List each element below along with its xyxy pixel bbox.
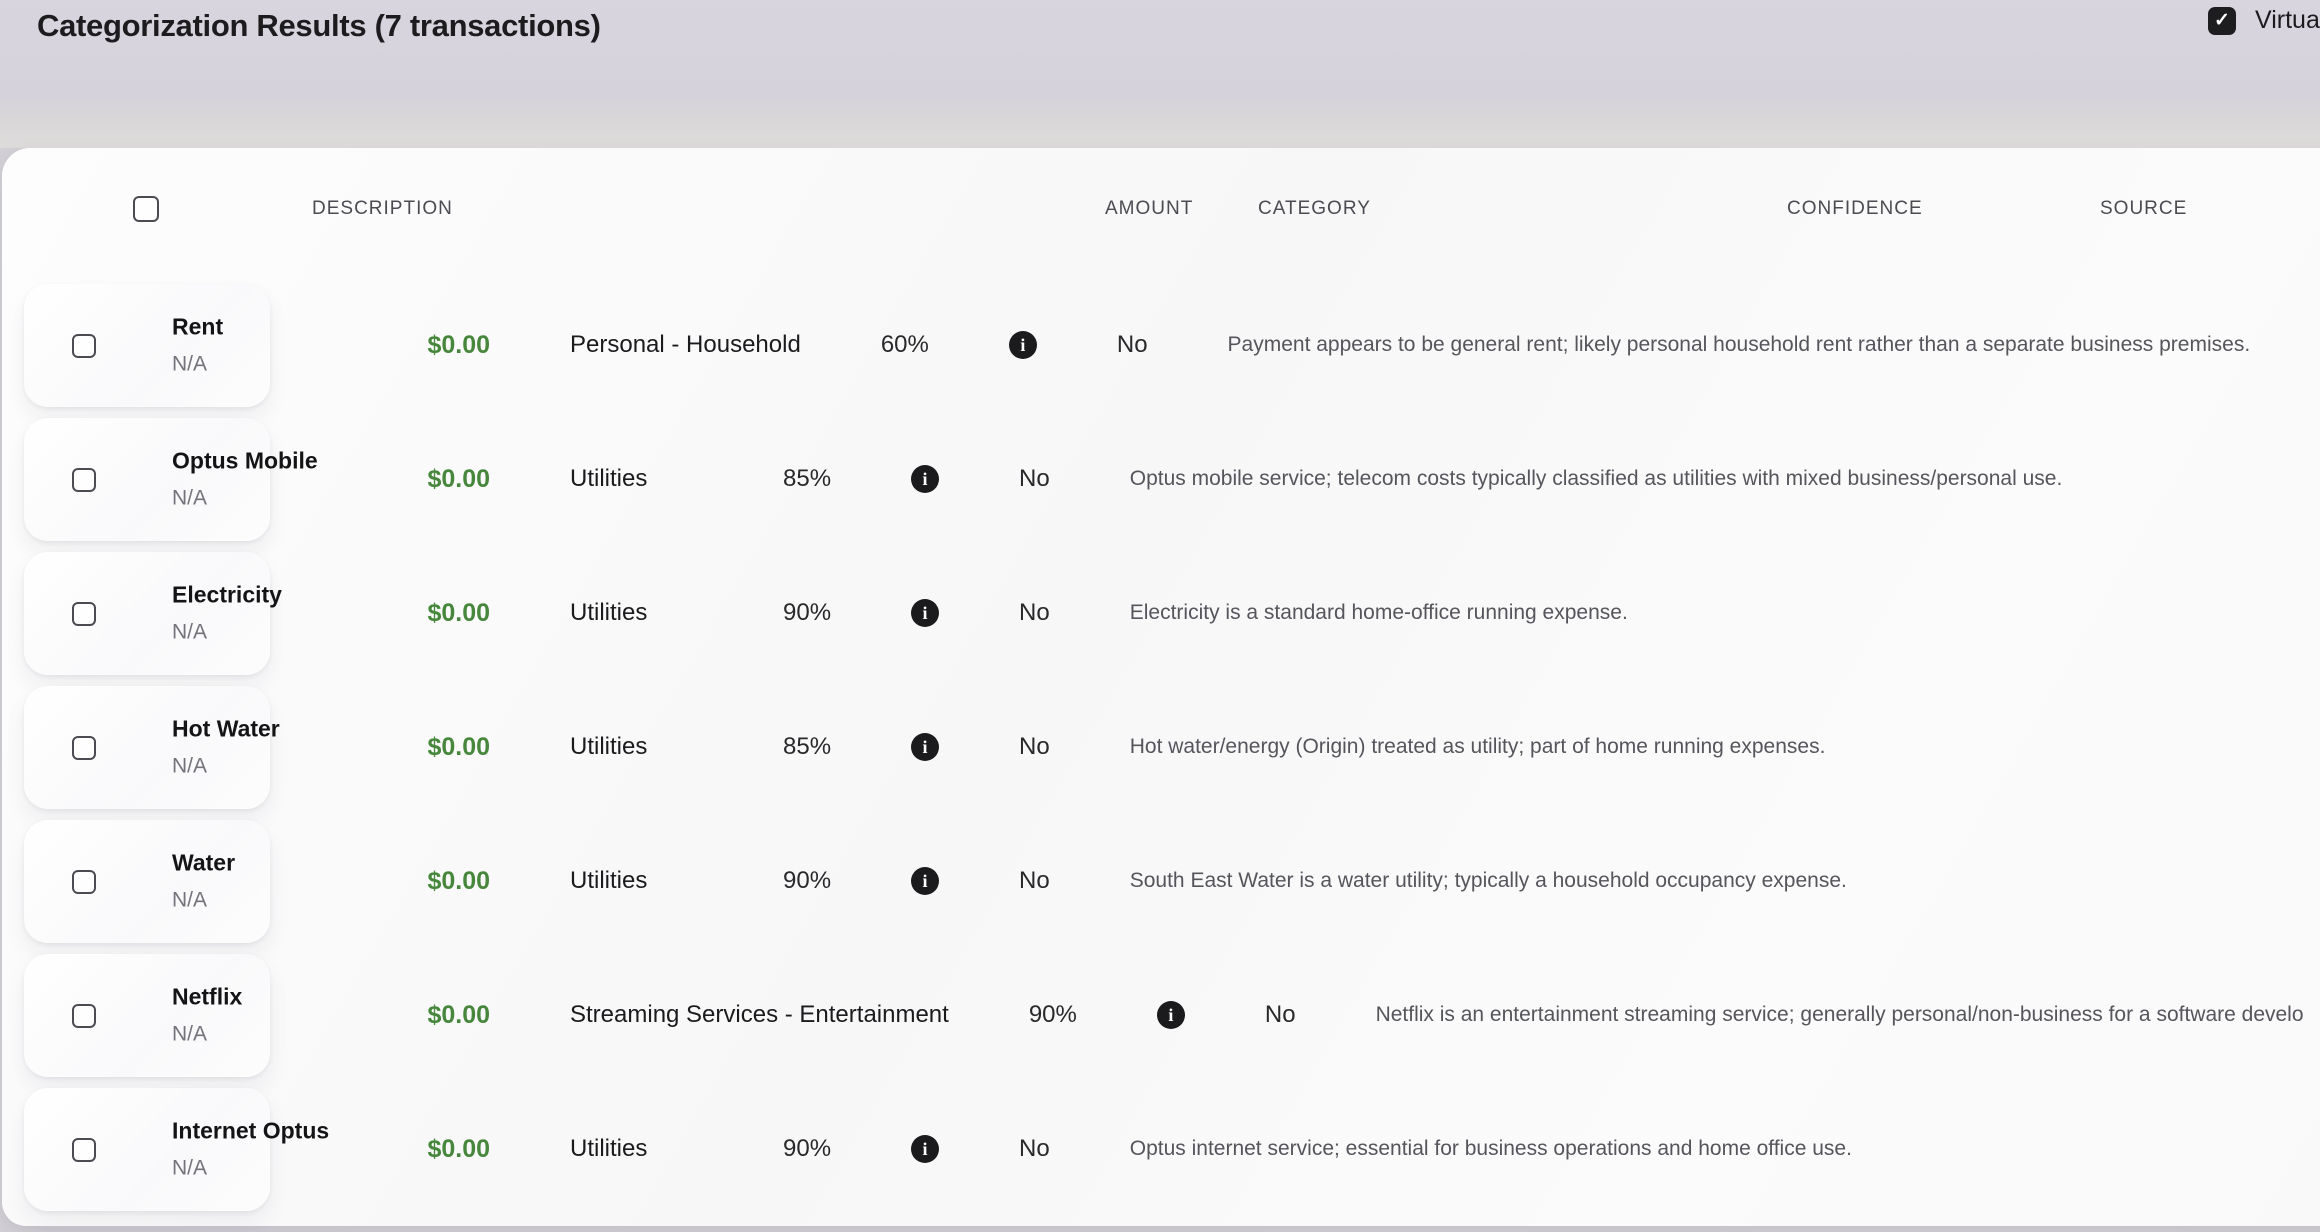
- table-row: Rent N/A $0.00 Personal - Household 60% …: [2, 278, 2320, 412]
- description-card: Electricity N/A: [24, 551, 282, 675]
- confidence-value: 90%: [783, 1135, 832, 1162]
- category-value: Utilities: [570, 867, 648, 894]
- category-value: Streaming Services - Entertainment: [570, 1001, 949, 1028]
- row-checkbox[interactable]: [72, 333, 96, 358]
- row-checkbox[interactable]: [72, 601, 96, 626]
- table-row: Electricity N/A $0.00 Utilities 90% i No…: [2, 546, 2320, 680]
- confidence-value: 90%: [783, 867, 832, 894]
- business-flag-value: No: [1116, 331, 1148, 358]
- source-reasoning-text: Netflix is an entertainment streaming se…: [1375, 1003, 2304, 1026]
- results-card: DESCRIPTION AMOUNT CATEGORY CONFIDENCE S…: [2, 148, 2320, 1226]
- business-flag-value: No: [1019, 599, 1050, 626]
- column-header-confidence: CONFIDENCE: [1787, 198, 1923, 219]
- description-text: Rent N/A: [172, 314, 223, 377]
- confidence-value: 85%: [783, 465, 832, 492]
- transaction-meta: N/A: [172, 754, 208, 778]
- business-flag-value: No: [1019, 1135, 1050, 1162]
- source-reasoning-text: Payment appears to be general rent; like…: [1227, 333, 2251, 356]
- category-value: Utilities: [570, 599, 648, 626]
- transaction-meta: N/A: [172, 620, 208, 644]
- top-band: Categorization Results (7 transactions) …: [0, 0, 2320, 148]
- transaction-name: Water: [172, 849, 236, 876]
- amount-value: $0.00: [427, 732, 490, 761]
- transaction-name: Optus Mobile: [172, 447, 318, 474]
- transaction-name: Electricity: [172, 581, 282, 608]
- table-header: DESCRIPTION AMOUNT CATEGORY CONFIDENCE S…: [2, 148, 2320, 272]
- business-flag-value: No: [1019, 465, 1050, 492]
- confidence-value: 85%: [783, 733, 832, 760]
- amount-value: $0.00: [427, 866, 490, 895]
- description-text: Optus Mobile N/A: [172, 448, 318, 511]
- business-flag-value: No: [1264, 1001, 1296, 1028]
- amount-value: $0.00: [427, 330, 490, 359]
- source-reasoning-text: Optus internet service; essential for bu…: [1129, 1137, 1852, 1160]
- description-card: Internet Optus N/A: [24, 1087, 329, 1211]
- select-all-checkbox[interactable]: [133, 196, 159, 222]
- table-row: Optus Mobile N/A $0.00 Utilities 85% i N…: [2, 412, 2320, 546]
- info-icon[interactable]: i: [911, 465, 940, 493]
- source-reasoning-text: Optus mobile service; telecom costs typi…: [1129, 467, 2063, 490]
- confidence-value: 90%: [783, 599, 832, 626]
- transaction-name: Netflix: [172, 983, 243, 1010]
- source-reasoning-text: South East Water is a water utility; typ…: [1129, 869, 1847, 892]
- amount-value: $0.00: [427, 1134, 490, 1163]
- description-card: Netflix N/A: [24, 953, 270, 1077]
- description-card: Rent N/A: [24, 283, 270, 407]
- info-icon[interactable]: i: [1008, 331, 1037, 359]
- table-row: Internet Optus N/A $0.00 Utilities 90% i…: [2, 1082, 2320, 1216]
- confidence-value: 60%: [880, 331, 929, 358]
- row-checkbox[interactable]: [72, 1137, 96, 1162]
- column-header-amount: AMOUNT: [1105, 198, 1194, 219]
- row-checkbox[interactable]: [72, 869, 96, 894]
- description-text: Water N/A: [172, 850, 235, 913]
- transaction-name: Internet Optus: [172, 1117, 330, 1144]
- virtual-toggle-label: Virtua: [2255, 6, 2320, 34]
- confidence-value: 90%: [1028, 1001, 1077, 1028]
- source-reasoning-text: Electricity is a standard home-office ru…: [1129, 601, 1628, 624]
- description-card: Optus Mobile N/A: [24, 417, 318, 541]
- info-icon[interactable]: i: [911, 599, 940, 627]
- transaction-name: Rent: [172, 313, 224, 340]
- description-text: Hot Water N/A: [172, 716, 280, 779]
- transaction-meta: N/A: [172, 352, 208, 376]
- table-body: Rent N/A $0.00 Personal - Household 60% …: [2, 278, 2320, 1216]
- table-row: Water N/A $0.00 Utilities 90% i No South…: [2, 814, 2320, 948]
- description-text: Electricity N/A: [172, 582, 282, 645]
- info-icon[interactable]: i: [1156, 1001, 1185, 1029]
- virtual-toggle[interactable]: ✓ Virtua: [2208, 6, 2320, 35]
- category-value: Utilities: [570, 733, 648, 760]
- transaction-meta: N/A: [172, 888, 208, 912]
- amount-value: $0.00: [427, 1000, 490, 1029]
- page-title: Categorization Results (7 transactions): [37, 8, 601, 43]
- virtual-checkbox-checked-icon[interactable]: ✓: [2208, 6, 2236, 35]
- category-value: Utilities: [570, 465, 648, 492]
- column-header-category: CATEGORY: [1258, 198, 1371, 219]
- info-icon[interactable]: i: [911, 867, 940, 895]
- source-reasoning-text: Hot water/energy (Origin) treated as uti…: [1129, 735, 1826, 758]
- row-checkbox[interactable]: [72, 735, 96, 760]
- transaction-meta: N/A: [172, 486, 208, 510]
- info-icon[interactable]: i: [911, 733, 940, 761]
- column-header-description: DESCRIPTION: [312, 198, 453, 219]
- column-header-source: SOURCE: [2100, 198, 2188, 219]
- description-text: Internet Optus N/A: [172, 1118, 329, 1181]
- transaction-name: Hot Water: [172, 715, 280, 742]
- info-icon[interactable]: i: [911, 1135, 940, 1163]
- amount-value: $0.00: [427, 464, 490, 493]
- row-checkbox[interactable]: [72, 467, 96, 492]
- category-value: Utilities: [570, 1135, 648, 1162]
- row-checkbox[interactable]: [72, 1003, 96, 1028]
- category-value: Personal - Household: [570, 331, 801, 358]
- amount-value: $0.00: [427, 598, 490, 627]
- description-card: Water N/A: [24, 819, 270, 943]
- business-flag-value: No: [1019, 733, 1050, 760]
- description-card: Hot Water N/A: [24, 685, 280, 809]
- table-row: Hot Water N/A $0.00 Utilities 85% i No H…: [2, 680, 2320, 814]
- description-text: Netflix N/A: [172, 984, 242, 1047]
- business-flag-value: No: [1019, 867, 1050, 894]
- transaction-meta: N/A: [172, 1156, 208, 1180]
- table-row: Netflix N/A $0.00 Streaming Services - E…: [2, 948, 2320, 1082]
- transaction-meta: N/A: [172, 1022, 208, 1046]
